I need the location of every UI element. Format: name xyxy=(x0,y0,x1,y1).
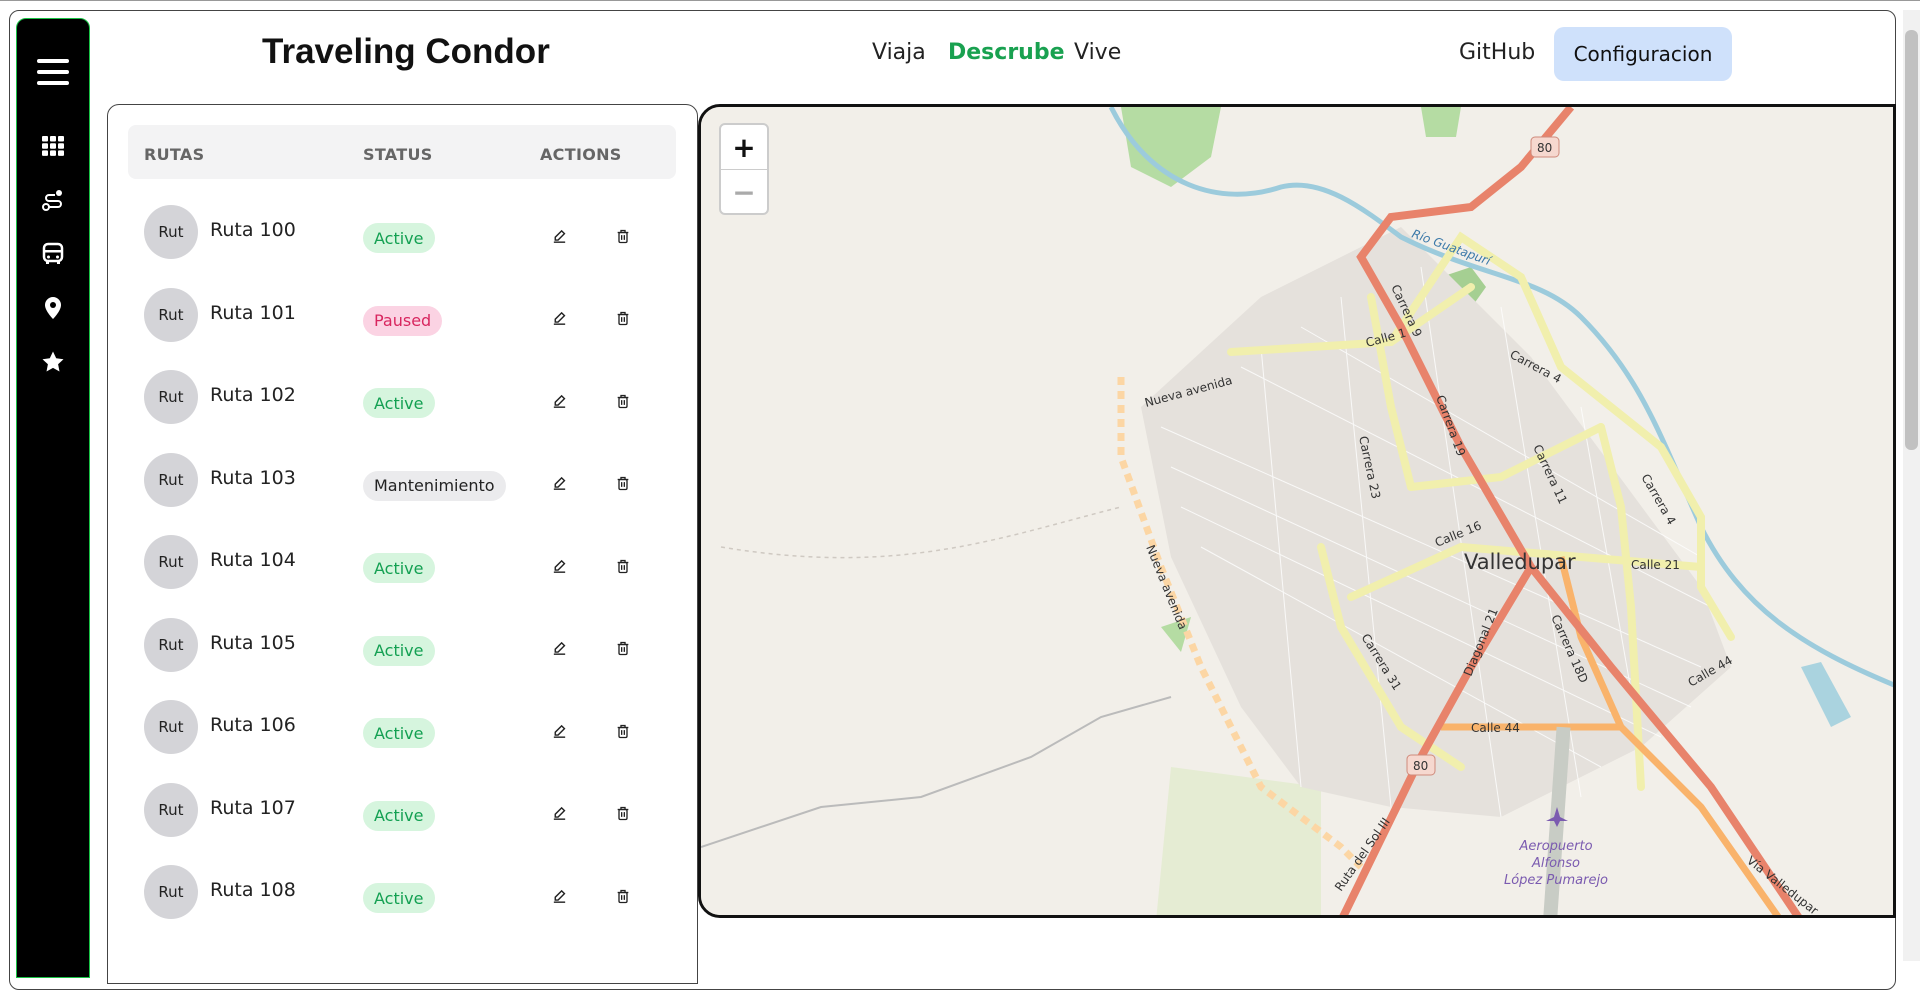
menu-icon[interactable] xyxy=(17,47,89,97)
route-name: Ruta 102 xyxy=(210,384,296,406)
trash-icon[interactable] xyxy=(608,304,638,334)
edit-icon[interactable] xyxy=(544,799,574,829)
table-row[interactable]: Rut Ruta 101 Paused xyxy=(128,274,676,356)
route-icon[interactable] xyxy=(17,180,89,220)
avatar: Rut xyxy=(144,205,198,259)
nav-github[interactable]: GitHub xyxy=(1459,40,1535,65)
route-name: Ruta 105 xyxy=(210,631,296,654)
edit-icon[interactable] xyxy=(544,881,574,911)
avatar: Rut xyxy=(144,617,198,672)
avatar: Rut xyxy=(144,370,198,424)
table-row[interactable]: Rut Ruta 100 Active xyxy=(128,191,676,273)
status-badge: Paused xyxy=(363,305,443,336)
brand-title: Traveling Condor xyxy=(262,32,550,71)
map-label-airport-3: López Pumarejo xyxy=(1504,873,1608,888)
avatar: Rut xyxy=(144,287,198,342)
scrollbar-thumb[interactable] xyxy=(1905,30,1918,450)
status-badge: Active xyxy=(363,635,435,666)
map-label-calle21: Calle 21 xyxy=(1631,558,1680,572)
map-canvas: 80 80 Río Guatapurí Calle 1 Carrera 9 Ca… xyxy=(701,107,1893,915)
table-row[interactable]: Rut Ruta 104 Active xyxy=(128,521,676,603)
table-row[interactable]: Rut Ruta 102 Active xyxy=(128,356,676,438)
map-view[interactable]: 80 80 Río Guatapurí Calle 1 Carrera 9 Ca… xyxy=(698,104,1896,918)
trash-icon[interactable] xyxy=(608,221,638,251)
status-badge: Active xyxy=(363,388,435,418)
map-label-airport-2: Alfonso xyxy=(1531,856,1580,871)
map-label-city: Valledupar xyxy=(1464,550,1576,574)
route-name: Ruta 106 xyxy=(210,714,296,736)
nav-viaja[interactable]: Viaja xyxy=(872,40,926,65)
trash-icon[interactable] xyxy=(608,551,638,581)
edit-icon[interactable] xyxy=(544,221,574,251)
config-button[interactable]: Configuracion xyxy=(1554,27,1732,81)
status-badge: Active xyxy=(363,718,435,748)
sidebar xyxy=(16,18,90,978)
edit-icon[interactable] xyxy=(544,716,574,746)
star-icon[interactable] xyxy=(17,342,89,382)
table-header: RUTAS STATUS ACTIONS xyxy=(128,125,676,179)
trash-icon[interactable] xyxy=(608,881,638,911)
status-badge: Active xyxy=(363,223,435,253)
header-actions: ACTIONS xyxy=(540,145,622,164)
map-label-calle44: Calle 44 xyxy=(1471,721,1520,735)
status-badge: Mantenimiento xyxy=(363,470,506,501)
window-top-border xyxy=(0,0,1920,4)
header-rutas: RUTAS xyxy=(144,145,205,164)
status-badge: Active xyxy=(363,883,435,913)
route-name: Ruta 107 xyxy=(210,796,296,819)
location-pin-icon[interactable] xyxy=(17,288,89,328)
table-row[interactable]: Rut Ruta 106 Active xyxy=(128,686,676,768)
trash-icon[interactable] xyxy=(608,799,638,829)
nav-vive[interactable]: Vive xyxy=(1074,40,1121,65)
status-badge: Active xyxy=(363,553,435,583)
trash-icon[interactable] xyxy=(608,469,638,499)
table-row[interactable]: Rut Ruta 105 Active xyxy=(128,604,676,686)
edit-icon[interactable] xyxy=(544,634,574,664)
zoom-control: + − xyxy=(719,123,769,215)
edit-icon[interactable] xyxy=(544,469,574,499)
avatar: Rut xyxy=(144,452,198,507)
table-row[interactable]: Rut Ruta 107 Active xyxy=(128,769,676,851)
bus-icon[interactable] xyxy=(17,234,89,274)
edit-icon[interactable] xyxy=(544,551,574,581)
map-label-airport-1: Aeropuerto xyxy=(1518,839,1592,854)
edit-icon[interactable] xyxy=(544,386,574,416)
avatar: Rut xyxy=(144,865,198,919)
status-badge: Active xyxy=(363,800,435,831)
route-name: Ruta 104 xyxy=(210,549,296,571)
route-name: Ruta 100 xyxy=(210,219,296,241)
avatar: Rut xyxy=(144,782,198,837)
trash-icon[interactable] xyxy=(608,386,638,416)
trash-icon[interactable] xyxy=(608,716,638,746)
header-status: STATUS xyxy=(363,145,433,164)
map-label-80-south: 80 xyxy=(1413,759,1428,773)
route-name: Ruta 108 xyxy=(210,879,296,901)
edit-icon[interactable] xyxy=(544,304,574,334)
table-row[interactable]: Rut Ruta 103 Mantenimiento xyxy=(128,439,676,521)
route-name: Ruta 103 xyxy=(210,466,296,489)
table-row[interactable]: Rut Ruta 108 Active xyxy=(128,851,676,933)
trash-icon[interactable] xyxy=(608,634,638,664)
route-name: Ruta 101 xyxy=(210,301,296,324)
avatar: Rut xyxy=(144,535,198,589)
map-label-80: 80 xyxy=(1537,141,1552,155)
routes-panel: RUTAS STATUS ACTIONS Rut Ruta 100 Active Ru… xyxy=(107,104,698,984)
zoom-out-button[interactable]: − xyxy=(721,170,767,215)
avatar: Rut xyxy=(144,700,198,754)
zoom-in-button[interactable]: + xyxy=(721,125,767,170)
nav-descrube[interactable]: Descrube xyxy=(948,40,1065,65)
grid-icon[interactable] xyxy=(17,126,89,166)
